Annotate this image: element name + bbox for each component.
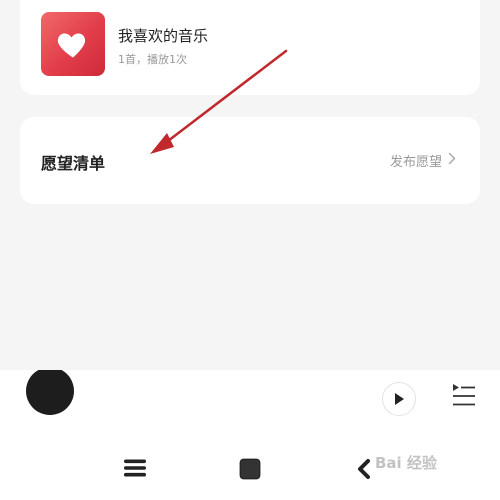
favorite-playlist-card[interactable]: 我喜欢的音乐 1首，播放1次	[20, 0, 480, 95]
playlist-icon	[453, 384, 475, 406]
system-nav-bar	[0, 430, 500, 500]
now-playing-cover[interactable]	[26, 370, 74, 415]
playlist-title: 我喜欢的音乐	[118, 27, 209, 45]
playlist-cover	[41, 12, 105, 76]
menu-button[interactable]	[124, 459, 146, 481]
wishlist-title: 愿望清单	[41, 154, 106, 173]
wishlist-card[interactable]: 愿望清单 发布愿望	[20, 117, 480, 204]
mini-player[interactable]	[0, 370, 500, 430]
publish-wish-label: 发布愿望	[389, 155, 442, 170]
play-button[interactable]	[382, 382, 416, 416]
chevron-right-icon	[448, 152, 456, 169]
publish-wish-button[interactable]: 发布愿望	[390, 151, 456, 170]
play-icon	[395, 393, 404, 405]
playlist-button[interactable]	[450, 382, 476, 410]
back-button[interactable]	[356, 459, 372, 483]
playlist-stats: 1首，播放1次	[118, 53, 187, 66]
home-icon	[239, 458, 261, 480]
heart-icon	[57, 33, 86, 58]
menu-icon	[124, 459, 146, 477]
back-icon	[358, 459, 370, 479]
home-button[interactable]	[239, 458, 261, 484]
